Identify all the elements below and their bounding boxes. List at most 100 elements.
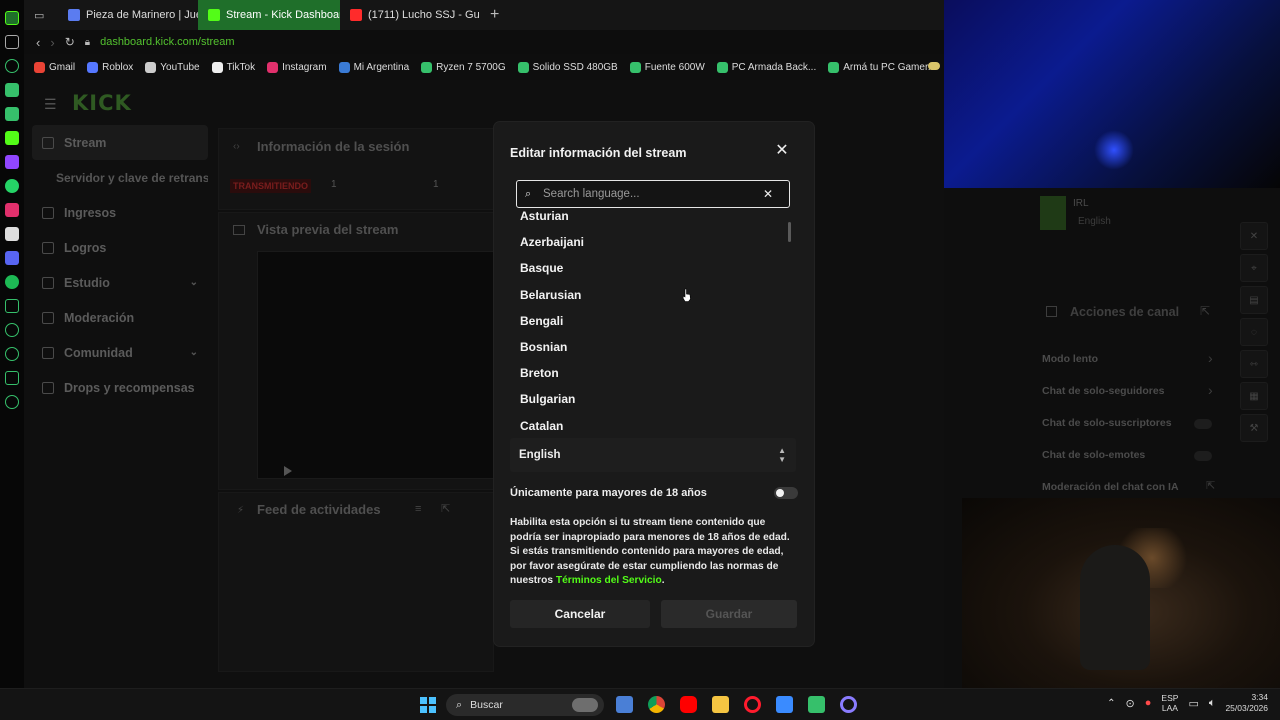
bookmark-item[interactable]: PC Armada Back... (716, 61, 816, 73)
bookmark-item[interactable]: Instagram (267, 61, 327, 73)
actions-popout-icon[interactable]: ⇱ (1200, 304, 1210, 318)
cancel-button[interactable]: Cancelar (510, 600, 650, 628)
bag-icon[interactable] (5, 83, 19, 97)
feed-popout-icon[interactable]: ⇱ (441, 502, 450, 515)
bookmark-item[interactable]: Mi Argentina (338, 61, 409, 73)
grid-icon[interactable]: ▦ (1240, 382, 1268, 410)
language-option[interactable]: Catalan (520, 419, 563, 430)
input-language[interactable]: ESP LAA (1161, 693, 1178, 713)
volume-icon[interactable]: 🔈︎ (1209, 697, 1216, 710)
reload-icon[interactable]: ↻ (65, 35, 75, 49)
channel-action-item[interactable]: Moderación del chat con IA (1042, 481, 1179, 493)
twitch-icon[interactable] (5, 155, 19, 169)
language-option[interactable]: Bosnian (520, 340, 567, 354)
spotify-icon[interactable] (5, 275, 19, 289)
close-icon[interactable]: ✕ (774, 143, 790, 159)
roblox-studio-icon[interactable] (776, 696, 793, 713)
trash-icon[interactable]: ▤ (1240, 286, 1268, 314)
back-icon[interactable]: ‹ (36, 35, 40, 50)
home-icon[interactable] (5, 11, 19, 25)
whatsapp-icon[interactable] (5, 179, 19, 193)
bookmark-item[interactable]: Solido SSD 480GB (517, 61, 618, 73)
sidebar-item[interactable]: Logros (32, 230, 208, 265)
language-option[interactable]: Belarusian (520, 288, 581, 302)
bookmark-item[interactable]: Fuente 600W (629, 61, 705, 73)
search-language-input[interactable] (543, 188, 759, 200)
youtube-app-icon[interactable] (680, 696, 697, 713)
collapse-icon[interactable]: ‹› (233, 141, 240, 152)
sidebar-item[interactable]: Moderación (32, 300, 208, 335)
sidebar-subitem[interactable]: Servidor y clave de retransn (32, 160, 208, 195)
settings-icon[interactable] (5, 395, 19, 409)
assistant-icon[interactable] (840, 696, 857, 713)
language-option[interactable]: Basque (520, 261, 563, 275)
language-select[interactable]: English ▲ ▼ (510, 438, 796, 472)
language-option[interactable]: Breton (520, 366, 559, 380)
chevron-right-icon[interactable]: › (1208, 382, 1213, 398)
save-button[interactable]: Guardar (661, 600, 797, 628)
action-toggle[interactable] (1194, 451, 1212, 461)
bookmark-item[interactable]: Ryzen 7 5700G (421, 61, 506, 73)
bookmark-item[interactable]: YouTube (145, 61, 200, 73)
sidebar-item[interactable]: Drops y recompensas (32, 370, 208, 405)
feed-filter-icon[interactable]: ≡ (415, 503, 421, 515)
chevron-right-icon[interactable]: › (1208, 350, 1213, 366)
wrench-icon[interactable]: ⚒︎ (1240, 414, 1268, 442)
android-app-icon[interactable] (808, 696, 825, 713)
chat-icon[interactable] (5, 107, 19, 121)
forward-icon[interactable]: › (50, 35, 54, 50)
channel-action-item[interactable]: Chat de solo-emotes (1042, 449, 1145, 461)
external-link-icon[interactable]: ⇱ (1206, 479, 1215, 492)
x-icon[interactable] (5, 227, 19, 241)
action-toggle[interactable] (1194, 419, 1212, 429)
tab-game[interactable]: Pieza de Marinero | Juego (58, 0, 198, 30)
terms-link[interactable]: Términos del Servicio (556, 575, 662, 586)
sidebar-item[interactable]: Estudio ⌄ (32, 265, 208, 300)
bookmark-more-icon[interactable] (928, 62, 940, 70)
language-option[interactable]: Bengali (520, 314, 563, 328)
language-option[interactable]: Azerbaijani (520, 235, 584, 249)
tab-youtube[interactable]: (1711) Lucho SSJ - Gu (340, 0, 480, 30)
pin-icon[interactable]: ⌖ (1240, 254, 1268, 282)
file-explorer-icon[interactable] (712, 696, 729, 713)
sidebar-item[interactable]: Stream (32, 125, 208, 160)
kick-logo[interactable]: KICK (72, 91, 132, 115)
calendar-app-icon[interactable] (616, 696, 633, 713)
network-icon[interactable]: ▭ (1188, 697, 1198, 710)
sidebar-item[interactable]: Ingresos (32, 195, 208, 230)
instagram-icon[interactable] (5, 203, 19, 217)
bulb-icon[interactable] (5, 323, 19, 337)
message-icon[interactable]: ◌ (1240, 318, 1268, 346)
tray-chevron-icon[interactable]: ⌃ (1107, 698, 1115, 709)
sidebar-item[interactable]: Comunidad ⌄ (32, 335, 208, 370)
taskbar-search[interactable]: ⌕ Buscar (446, 694, 604, 716)
bookmark-item[interactable]: Armá tu PC Gamer... (828, 61, 936, 73)
language-option[interactable]: Bulgarian (520, 392, 575, 406)
preview-play-icon[interactable] (284, 466, 292, 476)
bookmark-item[interactable]: TikTok (211, 61, 255, 73)
tab-kick-dashboard[interactable]: Stream - Kick Dashboard (198, 0, 340, 30)
discord-icon[interactable] (5, 251, 19, 265)
close-chat-icon[interactable]: ✕ (1240, 222, 1268, 250)
split-icon[interactable]: ⇿ (1240, 350, 1268, 378)
menu-icon[interactable]: ☰ (44, 96, 57, 113)
channel-action-item[interactable]: Chat de solo-suscriptores (1042, 417, 1172, 429)
tray-app-icon[interactable]: ⊙ (1126, 697, 1135, 710)
bookmark-item[interactable]: Roblox (87, 61, 133, 73)
channel-action-item[interactable]: Modo lento (1042, 353, 1098, 365)
kick-app-icon[interactable] (5, 131, 19, 145)
opera-icon[interactable] (744, 696, 761, 713)
microphone-icon[interactable]: ● (1145, 697, 1152, 709)
clock[interactable]: 3:34 25/03/2026 (1225, 692, 1268, 714)
language-list-scrollbar[interactable] (788, 222, 791, 242)
apps-icon[interactable] (5, 299, 19, 313)
gamepad-icon[interactable] (5, 35, 19, 49)
bookmark-item[interactable]: Gmail (34, 61, 75, 73)
language-option[interactable]: Asturian (520, 209, 569, 223)
refresh-icon[interactable] (5, 59, 19, 73)
new-tab-button[interactable]: + (480, 6, 509, 24)
adult-toggle[interactable] (774, 487, 798, 499)
clock-icon[interactable] (5, 347, 19, 361)
clear-search-icon[interactable]: ✕ (763, 187, 773, 201)
url-field[interactable]: dashboard.kick.com/stream (100, 36, 235, 48)
